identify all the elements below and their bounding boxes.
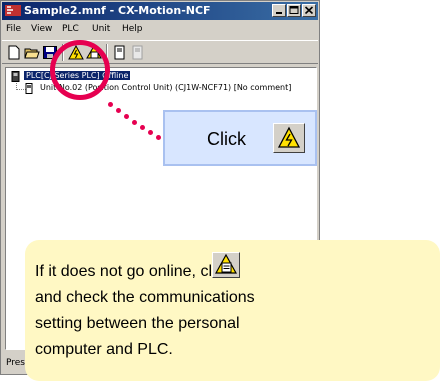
menu-help[interactable]: Help — [122, 24, 143, 34]
menu-view[interactable]: View — [31, 24, 52, 34]
pointer-dot — [108, 102, 113, 107]
window-title: Sample2.mnf - CX-Motion-NCF — [24, 4, 211, 17]
note-line: setting between the personal — [35, 315, 240, 332]
app-icon — [5, 4, 21, 17]
menu-plc[interactable]: PLC — [62, 24, 79, 34]
maximize-icon[interactable] — [287, 4, 301, 17]
unit-icon[interactable] — [111, 44, 129, 61]
communication-settings-icon[interactable] — [212, 252, 240, 278]
tree-node-unit[interactable]: Unit No.02 (Position Control Unit) (CJ1W… — [24, 83, 291, 96]
note-line: and check the communications — [35, 289, 255, 306]
open-icon[interactable] — [23, 44, 41, 61]
click-callout: Click — [163, 110, 317, 166]
pointer-dot — [156, 135, 161, 140]
menu-unit[interactable]: Unit — [92, 24, 110, 34]
pointer-dot — [116, 108, 121, 113]
help-note: If it does not go online, click and chec… — [25, 240, 440, 381]
pointer-dot — [148, 130, 153, 135]
pointer-dot — [140, 125, 145, 130]
title-bar[interactable]: Sample2.mnf - CX-Motion-NCF — [2, 2, 318, 20]
pointer-dot — [124, 114, 129, 119]
unit-disabled-icon — [129, 44, 147, 61]
note-line: computer and PLC. — [35, 341, 173, 358]
menu-bar: File View PLC Unit Help — [2, 22, 318, 38]
work-online-icon[interactable] — [273, 123, 305, 153]
tree-node-plc[interactable]: PLC[CJ Series PLC] Offline — [11, 71, 131, 84]
menu-file[interactable]: File — [6, 24, 21, 34]
highlight-circle — [50, 40, 110, 100]
note-line: If it does not go online, click — [35, 263, 232, 280]
unit-node-icon — [25, 83, 33, 94]
minimize-icon[interactable] — [272, 4, 286, 17]
callout-label: Click — [207, 129, 246, 149]
toolbar — [2, 40, 318, 64]
new-icon[interactable] — [5, 44, 23, 61]
plc-icon — [11, 71, 20, 82]
pointer-dot — [132, 120, 137, 125]
close-icon[interactable] — [302, 4, 316, 17]
